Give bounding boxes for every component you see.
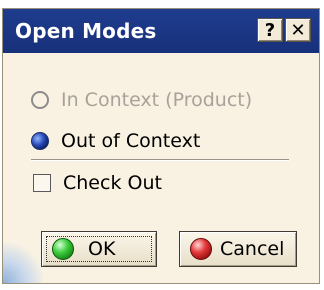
help-button[interactable]: ? bbox=[257, 18, 283, 42]
ok-label: OK bbox=[88, 238, 116, 260]
check-out-label: Check Out bbox=[63, 172, 162, 194]
green-ball-icon bbox=[52, 238, 74, 260]
dialog-title: Open Modes bbox=[15, 19, 157, 43]
corner-shading bbox=[3, 243, 43, 283]
check-out-checkbox[interactable] bbox=[33, 174, 51, 192]
in-context-option[interactable]: In Context (Product) bbox=[31, 85, 252, 115]
out-of-context-label: Out of Context bbox=[61, 130, 201, 152]
ok-button[interactable]: OK bbox=[41, 231, 157, 267]
out-of-context-radio[interactable] bbox=[31, 132, 49, 150]
cancel-button[interactable]: Cancel bbox=[179, 231, 297, 267]
red-ball-icon bbox=[190, 238, 212, 260]
close-button[interactable]: ✕ bbox=[285, 18, 311, 42]
title-bar[interactable]: Open Modes ? ✕ bbox=[3, 9, 319, 53]
separator bbox=[31, 159, 289, 161]
check-out-option[interactable]: Check Out bbox=[33, 172, 162, 194]
open-modes-dialog: Open Modes ? ✕ In Context (Product) Out … bbox=[2, 8, 320, 284]
in-context-label: In Context (Product) bbox=[61, 89, 253, 111]
out-of-context-option[interactable]: Out of Context bbox=[31, 126, 200, 156]
cancel-label: Cancel bbox=[220, 238, 285, 260]
in-context-radio[interactable] bbox=[31, 91, 49, 109]
